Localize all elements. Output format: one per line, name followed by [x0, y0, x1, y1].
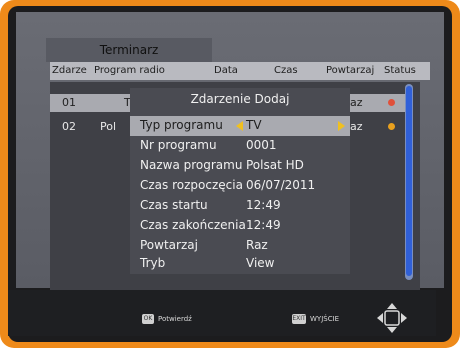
field-label: Tryb — [140, 256, 166, 270]
row-id: 02 — [62, 120, 76, 133]
footer-bar — [8, 290, 436, 336]
field-repeat[interactable]: Powtarzaj Raz — [130, 236, 350, 256]
field-value: 0001 — [246, 138, 277, 152]
field-start-date[interactable]: Czas rozpoczęcia 06/07/2011 — [130, 176, 350, 196]
add-event-dialog: Zdarzenie Dodaj Typ programu TV Nr progr… — [130, 88, 350, 274]
field-mode[interactable]: Tryb View — [130, 254, 350, 274]
field-label: Nazwa programu — [140, 158, 243, 172]
arrow-right-icon[interactable] — [338, 121, 345, 131]
window-title: Terminarz — [46, 38, 212, 62]
row-repeat: az — [350, 96, 363, 109]
field-value: View — [246, 256, 275, 270]
column-header-program: Program radio — [94, 65, 165, 76]
field-end-time[interactable]: Czas zakończenia 12:49 — [130, 216, 350, 236]
status-icon — [388, 99, 395, 106]
field-program-type[interactable]: Typ programu TV — [130, 116, 350, 136]
field-program-number[interactable]: Nr programu 0001 — [130, 136, 350, 156]
field-value: TV — [246, 118, 262, 132]
field-value: 12:49 — [246, 218, 281, 232]
column-header-event: Zdarze — [52, 65, 87, 76]
field-value: 06/07/2011 — [246, 178, 316, 192]
ok-key-icon[interactable]: OK — [142, 314, 154, 324]
column-header-date: Data — [214, 65, 238, 76]
field-label: Czas rozpoczęcia — [140, 178, 243, 192]
exit-hint: WYJŚCIE — [310, 315, 340, 323]
column-header-status: Status — [384, 65, 416, 76]
field-value: Polsat HD — [246, 158, 304, 172]
confirm-hint: Potwierdź — [158, 315, 192, 323]
dpad-icon — [377, 303, 407, 333]
exit-key-icon[interactable]: EXIT — [292, 314, 306, 324]
scrollbar[interactable] — [405, 84, 413, 280]
field-label: Typ programu — [140, 118, 223, 132]
column-header-time: Czas — [274, 65, 298, 76]
field-label: Nr programu — [140, 138, 217, 152]
column-header-repeat: Powtarzaj — [326, 65, 375, 76]
row-id: 01 — [62, 96, 76, 109]
field-value: Raz — [246, 238, 268, 252]
field-start-time[interactable]: Czas startu 12:49 — [130, 196, 350, 216]
dialog-title: Zdarzenie Dodaj — [190, 92, 290, 106]
row-program: Pol — [100, 120, 117, 133]
field-label: Powtarzaj — [140, 238, 198, 252]
table-header: Zdarze Program radio Data Czas Powtarzaj… — [50, 62, 430, 80]
field-label: Czas zakończenia — [140, 218, 246, 232]
field-label: Czas startu — [140, 198, 208, 212]
scrollbar-thumb[interactable] — [406, 86, 412, 276]
row-repeat: az — [350, 120, 363, 133]
status-icon — [388, 123, 395, 130]
arrow-left-icon[interactable] — [236, 121, 243, 131]
field-value: 12:49 — [246, 198, 281, 212]
field-program-name[interactable]: Nazwa programu Polsat HD — [130, 156, 350, 176]
